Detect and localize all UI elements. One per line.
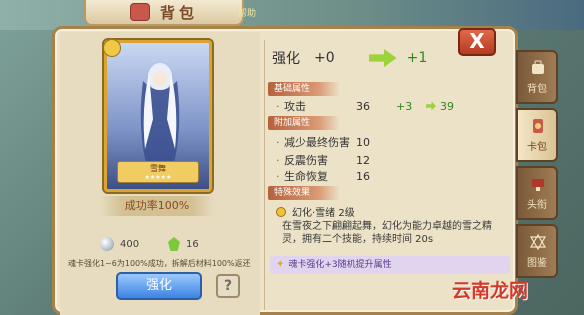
bonus-tip: ✦ 魂卡强化+3随机提升属性 bbox=[270, 256, 510, 274]
tab-codex[interactable]: 图鉴 bbox=[516, 224, 558, 278]
watermark: 云南龙网 bbox=[452, 280, 529, 302]
stat-value: 16 bbox=[356, 169, 370, 183]
section-base: 基础属性 bbox=[268, 82, 340, 96]
window-title: 背包 bbox=[159, 3, 198, 22]
stat-next: 39 bbox=[440, 99, 454, 113]
stat-attack: · 攻击 36 +3 39 bbox=[276, 99, 454, 114]
stat-row: · 生命恢复 16 bbox=[276, 169, 370, 184]
stat-name: 生命恢复 bbox=[284, 170, 328, 183]
green-gem-icon bbox=[168, 237, 180, 251]
tab-card-pack[interactable]: 卡包 bbox=[516, 108, 558, 162]
skill-description: 在雪夜之下翩翩起舞，幻化为能力卓越的雪之精灵，拥有二个技能，持续时间 20s bbox=[282, 221, 492, 245]
tab-bag[interactable]: 背包 bbox=[516, 50, 558, 104]
codex-icon bbox=[530, 234, 546, 250]
gem-cost: 16 bbox=[168, 237, 199, 251]
stat-name: 反震伤害 bbox=[284, 154, 328, 167]
tab-label: 卡包 bbox=[527, 142, 547, 153]
tab-label: 图鉴 bbox=[527, 258, 547, 269]
stat-row: · 减少最终伤害 10 bbox=[276, 135, 370, 150]
stat-name: 减少最终伤害 bbox=[284, 136, 350, 149]
skill-name: 幻化·雪绪 2级 bbox=[292, 208, 355, 219]
tab-title[interactable]: 头衔 bbox=[516, 166, 558, 220]
next-level: +1 bbox=[406, 50, 428, 66]
star-icon: ✦ bbox=[276, 259, 285, 270]
title-icon bbox=[532, 179, 544, 191]
strength-label: 强化 bbox=[272, 51, 300, 67]
card-stars: ★★★★★ bbox=[144, 174, 172, 181]
arrow-right-icon bbox=[426, 101, 436, 111]
tab-label: 头衔 bbox=[527, 200, 547, 211]
strengthen-note: 魂卡强化1~6为100%成功，拆解后材料100%返还 bbox=[68, 259, 251, 268]
strength-level: 强化 +0 +1 bbox=[272, 44, 468, 72]
stat-value: 36 bbox=[356, 99, 370, 113]
tab-label: 背包 bbox=[527, 84, 547, 95]
card-pack-icon bbox=[533, 119, 543, 133]
current-level: +0 bbox=[314, 50, 335, 66]
strengthen-button[interactable]: 强化 bbox=[116, 272, 202, 300]
stat-value: 10 bbox=[356, 135, 370, 149]
pane-divider bbox=[264, 40, 265, 310]
bonus-tip-text: 魂卡强化+3随机提升属性 bbox=[288, 260, 392, 270]
soul-card[interactable]: 雪舞 ★★★★★ bbox=[103, 39, 212, 192]
section-extra: 附加属性 bbox=[268, 116, 340, 130]
helper-text[interactable]: 帮助 bbox=[238, 6, 256, 19]
section-special: 特殊效果 bbox=[268, 186, 340, 200]
close-button[interactable]: X bbox=[458, 28, 496, 56]
card-rank-badge-icon bbox=[103, 39, 121, 57]
skill-title: 幻化·雪绪 2级 bbox=[276, 204, 355, 219]
window-title-tab: 背包 bbox=[84, 0, 244, 26]
card-name: 雪舞 bbox=[150, 164, 166, 173]
help-button[interactable]: ? bbox=[216, 274, 240, 298]
bag-icon bbox=[129, 3, 150, 21]
gem-amount: 16 bbox=[186, 238, 199, 250]
stat-name: 攻击 bbox=[284, 100, 306, 113]
character-portrait-icon bbox=[140, 63, 180, 167]
silver-orb-icon bbox=[100, 237, 114, 251]
silver-amount: 400 bbox=[120, 238, 140, 250]
success-rate: 成功率100% bbox=[100, 196, 214, 216]
stat-value: 12 bbox=[356, 153, 370, 167]
upgrade-arrow-icon bbox=[368, 49, 397, 67]
side-tabs: 背包 卡包 头衔 图鉴 bbox=[516, 50, 558, 282]
card-nameplate: 雪舞 ★★★★★ bbox=[117, 161, 199, 183]
skill-coin-icon bbox=[276, 206, 286, 217]
bag-icon bbox=[532, 60, 544, 74]
stat-row: · 反震伤害 12 bbox=[276, 153, 370, 168]
silver-cost: 400 bbox=[100, 237, 139, 251]
stat-bonus: +3 bbox=[396, 99, 413, 113]
